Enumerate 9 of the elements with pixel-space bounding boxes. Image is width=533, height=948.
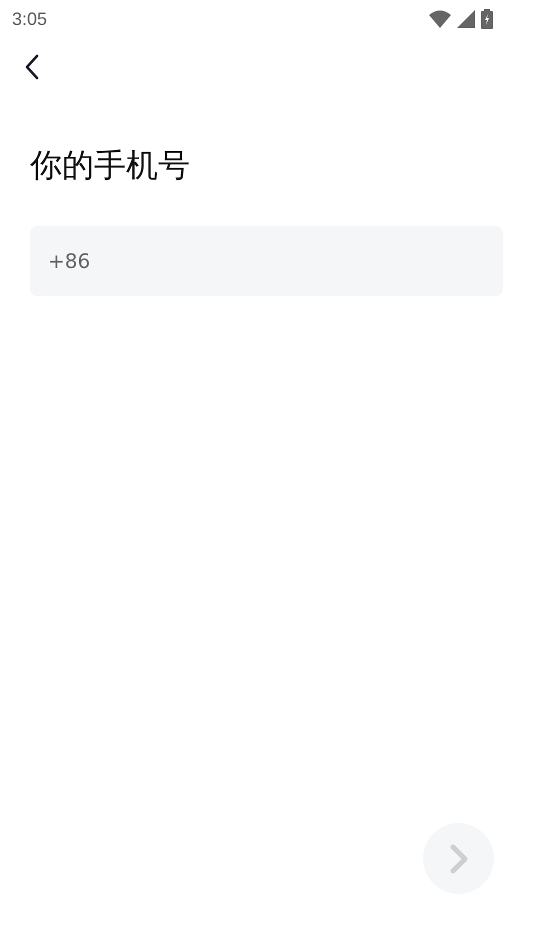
phone-field[interactable]: +86 [30,226,503,296]
country-code[interactable]: +86 [48,249,90,274]
page-title: 你的手机号 [30,146,191,184]
status-time: 3:05 [12,8,48,30]
wifi-icon [429,10,451,28]
chevron-right-icon [448,842,470,876]
battery-icon [481,9,493,29]
signal-icon [457,10,475,28]
back-chevron-icon [24,54,40,80]
